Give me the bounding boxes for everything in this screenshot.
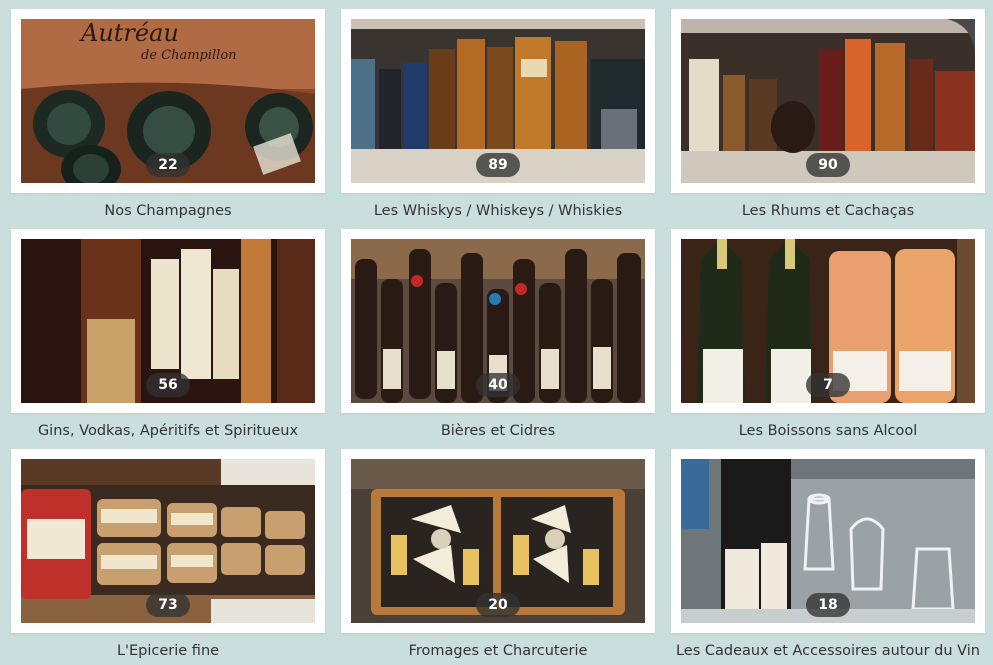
- category-card-epicerie[interactable]: 73 L'Epicerie fine: [11, 449, 325, 659]
- category-card-rhums[interactable]: 90 Les Rhums et Cachaças: [671, 9, 985, 219]
- category-card-whiskys[interactable]: 89 Les Whiskys / Whiskeys / Whiskies: [341, 9, 655, 219]
- category-image-frame[interactable]: 18: [671, 449, 985, 633]
- whisky-photo[interactable]: 89: [351, 19, 645, 183]
- category-label[interactable]: L'Epicerie fine: [11, 643, 325, 659]
- beer-photo[interactable]: 40: [351, 239, 645, 403]
- item-count-badge: 90: [806, 153, 850, 177]
- item-count-badge: 73: [146, 593, 190, 617]
- category-image-frame[interactable]: Autréau de Champillon 22: [11, 9, 325, 193]
- item-count-badge: 20: [476, 593, 520, 617]
- category-label[interactable]: Les Cadeaux et Accessoires autour du Vin: [671, 643, 985, 659]
- item-count-badge: 40: [476, 373, 520, 397]
- gifts-photo[interactable]: 18: [681, 459, 975, 623]
- category-label[interactable]: Les Whiskys / Whiskeys / Whiskies: [341, 203, 655, 219]
- category-card-cadeaux[interactable]: 18 Les Cadeaux et Accessoires autour du …: [671, 449, 985, 659]
- cheese-photo[interactable]: 20: [351, 459, 645, 623]
- category-card-fromages[interactable]: 20 Fromages et Charcuterie: [341, 449, 655, 659]
- category-image-frame[interactable]: 73: [11, 449, 325, 633]
- category-image-frame[interactable]: 56: [11, 229, 325, 413]
- category-label[interactable]: Les Boissons sans Alcool: [671, 423, 985, 439]
- category-image-frame[interactable]: 90: [671, 9, 985, 193]
- category-label[interactable]: Nos Champagnes: [11, 203, 325, 219]
- champagne-sub-text: de Champillon: [141, 48, 237, 63]
- category-label[interactable]: Fromages et Charcuterie: [341, 643, 655, 659]
- category-label[interactable]: Les Rhums et Cachaças: [671, 203, 985, 219]
- item-count-badge: 22: [146, 153, 190, 177]
- champagne-brand-text: Autréau: [79, 19, 179, 47]
- category-card-sans-alcool[interactable]: 7 Les Boissons sans Alcool: [671, 229, 985, 439]
- category-image-frame[interactable]: 89: [341, 9, 655, 193]
- category-label[interactable]: Gins, Vodkas, Apéritifs et Spiritueux: [11, 423, 325, 439]
- category-image-frame[interactable]: 20: [341, 449, 655, 633]
- item-count-badge: 56: [146, 373, 190, 397]
- category-grid: Autréau de Champillon 22 Nos Champagnes: [0, 0, 993, 665]
- item-count-badge: 18: [806, 593, 850, 617]
- category-image-frame[interactable]: 40: [341, 229, 655, 413]
- champagne-photo[interactable]: Autréau de Champillon 22: [21, 19, 315, 183]
- category-card-bieres[interactable]: 40 Bières et Cidres: [341, 229, 655, 439]
- rum-photo[interactable]: 90: [681, 19, 975, 183]
- soft-drinks-photo[interactable]: 7: [681, 239, 975, 403]
- category-label[interactable]: Bières et Cidres: [341, 423, 655, 439]
- item-count-badge: 7: [806, 373, 850, 397]
- category-card-gins[interactable]: 56 Gins, Vodkas, Apéritifs et Spiritueux: [11, 229, 325, 439]
- category-image-frame[interactable]: 7: [671, 229, 985, 413]
- gin-photo[interactable]: 56: [21, 239, 315, 403]
- grocery-photo[interactable]: 73: [21, 459, 315, 623]
- item-count-badge: 89: [476, 153, 520, 177]
- category-card-champagnes[interactable]: Autréau de Champillon 22 Nos Champagnes: [11, 9, 325, 219]
